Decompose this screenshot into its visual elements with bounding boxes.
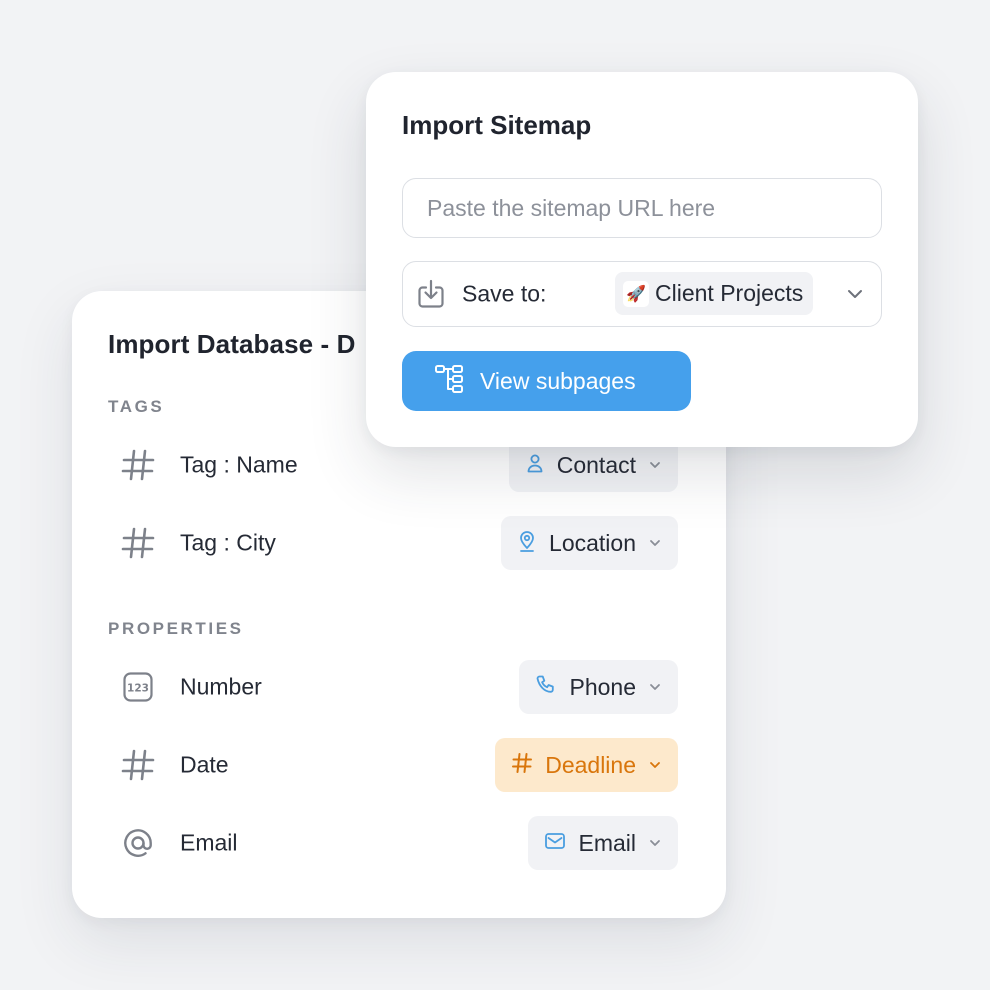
hash-icon <box>118 745 158 785</box>
import-sitemap-card: Import Sitemap Save to: 🚀 Client Project… <box>366 72 918 447</box>
tag-city-label: Tag : City <box>180 529 276 556</box>
hash-icon <box>511 752 533 779</box>
chevron-down-icon <box>648 680 662 694</box>
destination-label: Client Projects <box>655 280 804 306</box>
chevron-down-icon[interactable] <box>845 284 865 304</box>
email-label: Email <box>180 829 238 856</box>
tag-name-label: Tag : Name <box>180 451 298 478</box>
chevron-down-icon <box>648 458 662 472</box>
view-subpages-button[interactable]: View subpages <box>402 351 691 411</box>
sitemap-url-input[interactable] <box>402 178 882 238</box>
at-sign-icon <box>118 823 158 863</box>
chevron-down-icon <box>648 758 662 772</box>
mail-icon <box>544 831 566 856</box>
view-subpages-label: View subpages <box>480 367 636 394</box>
save-to-field[interactable]: Save to: 🚀 Client Projects <box>402 261 882 327</box>
property-row-date: Date Deadline <box>108 737 678 793</box>
tag-row-city: Tag : City Location <box>108 515 678 571</box>
database-card-title: Import Database - D <box>108 329 356 359</box>
phone-type-select[interactable]: Phone <box>519 660 678 714</box>
deadline-type-select[interactable]: Deadline <box>495 738 678 792</box>
date-label: Date <box>180 751 229 778</box>
hash-icon <box>118 445 158 485</box>
svg-text:123: 123 <box>127 683 149 695</box>
save-to-label: Save to: <box>462 280 547 307</box>
email-type-label: Email <box>578 829 636 856</box>
sitemap-tree-icon <box>434 362 466 400</box>
location-type-label: Location <box>549 529 636 556</box>
user-icon <box>525 453 545 478</box>
phone-type-label: Phone <box>569 673 636 700</box>
phone-icon <box>535 674 557 701</box>
email-type-select[interactable]: Email <box>528 816 678 870</box>
location-pin-icon <box>517 530 537 557</box>
hash-icon <box>118 523 158 563</box>
destination-chip[interactable]: 🚀 Client Projects <box>615 272 814 315</box>
rocket-icon: 🚀 <box>623 280 649 307</box>
chevron-down-icon <box>648 836 662 850</box>
property-row-number: 123 Number Phone <box>108 659 678 715</box>
number-label: Number <box>180 673 262 700</box>
chevron-down-icon <box>648 536 662 550</box>
properties-section-label: PROPERTIES <box>108 619 244 638</box>
app-canvas: Import Database - D TAGS Tag : Name Cont… <box>0 0 990 990</box>
tags-section-label: TAGS <box>108 397 165 416</box>
sitemap-card-title: Import Sitemap <box>402 110 592 140</box>
deadline-type-label: Deadline <box>545 751 636 778</box>
property-row-email: Email Email <box>108 815 678 871</box>
download-icon <box>415 278 447 310</box>
contact-type-label: Contact <box>556 451 636 478</box>
number-123-icon: 123 <box>118 667 158 707</box>
location-type-select[interactable]: Location <box>501 516 678 570</box>
